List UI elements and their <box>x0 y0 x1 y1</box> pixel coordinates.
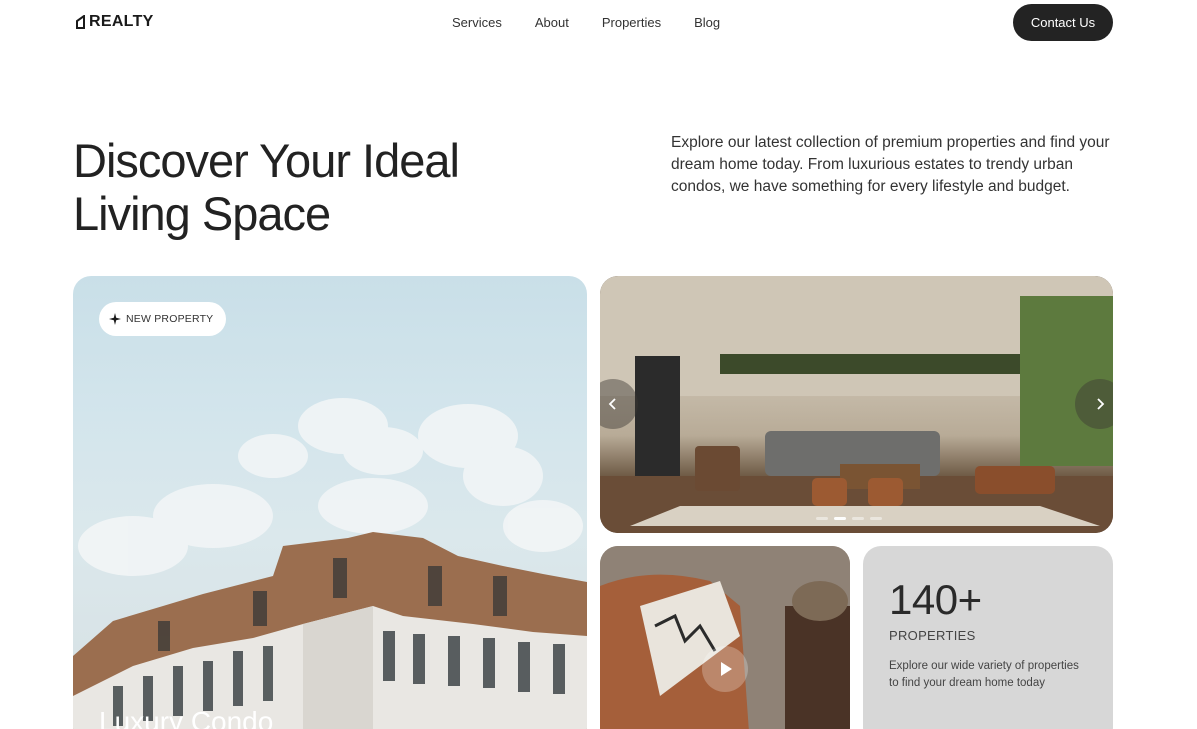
gallery-card[interactable] <box>600 276 1113 533</box>
chevron-left-icon <box>608 398 616 410</box>
nav-item-services[interactable]: Services <box>452 15 502 30</box>
site-header: REALTY Services About Properties Blog Co… <box>0 0 1197 46</box>
armchair-image <box>600 546 850 729</box>
badge-label: NEW PROPERTY <box>126 313 214 325</box>
building-image <box>73 398 587 729</box>
logo-text: REALTY <box>89 13 154 30</box>
gallery-dot-active[interactable] <box>834 517 846 520</box>
gallery-dot[interactable] <box>816 517 828 520</box>
play-icon <box>721 662 732 676</box>
new-property-badge: NEW PROPERTY <box>99 302 227 336</box>
page-title: Discover Your Ideal Living Space <box>73 134 460 240</box>
hero-description: Explore our latest collection of premium… <box>671 134 1110 195</box>
play-video-button[interactable] <box>702 646 748 692</box>
logo[interactable]: REALTY <box>75 13 154 31</box>
nav-item-about[interactable]: About <box>535 15 569 30</box>
contact-us-button[interactable]: Contact Us <box>1013 4 1113 41</box>
properties-description: Explore our wide variety of properties t… <box>889 660 1079 689</box>
nav-item-blog[interactable]: Blog <box>694 15 720 30</box>
gallery-dot[interactable] <box>870 517 882 520</box>
featured-property-card[interactable]: NEW PROPERTY Luxury Condo <box>73 276 587 729</box>
properties-count: 140+ <box>889 576 982 623</box>
properties-label: PROPERTIES <box>889 628 976 643</box>
nav-item-properties[interactable]: Properties <box>602 15 661 30</box>
chevron-right-icon <box>1097 398 1105 410</box>
video-card[interactable] <box>600 546 850 729</box>
gallery-pagination <box>816 517 882 520</box>
main-nav: Services About Properties Blog <box>452 15 720 30</box>
gallery-dot[interactable] <box>852 517 864 520</box>
stats-card: 140+ PROPERTIES Explore our wide variety… <box>863 546 1113 729</box>
sparkle-icon <box>109 313 121 325</box>
logo-mark-icon <box>76 15 85 29</box>
living-room-image <box>600 276 1113 533</box>
property-caption: Luxury Condo <box>99 706 274 729</box>
